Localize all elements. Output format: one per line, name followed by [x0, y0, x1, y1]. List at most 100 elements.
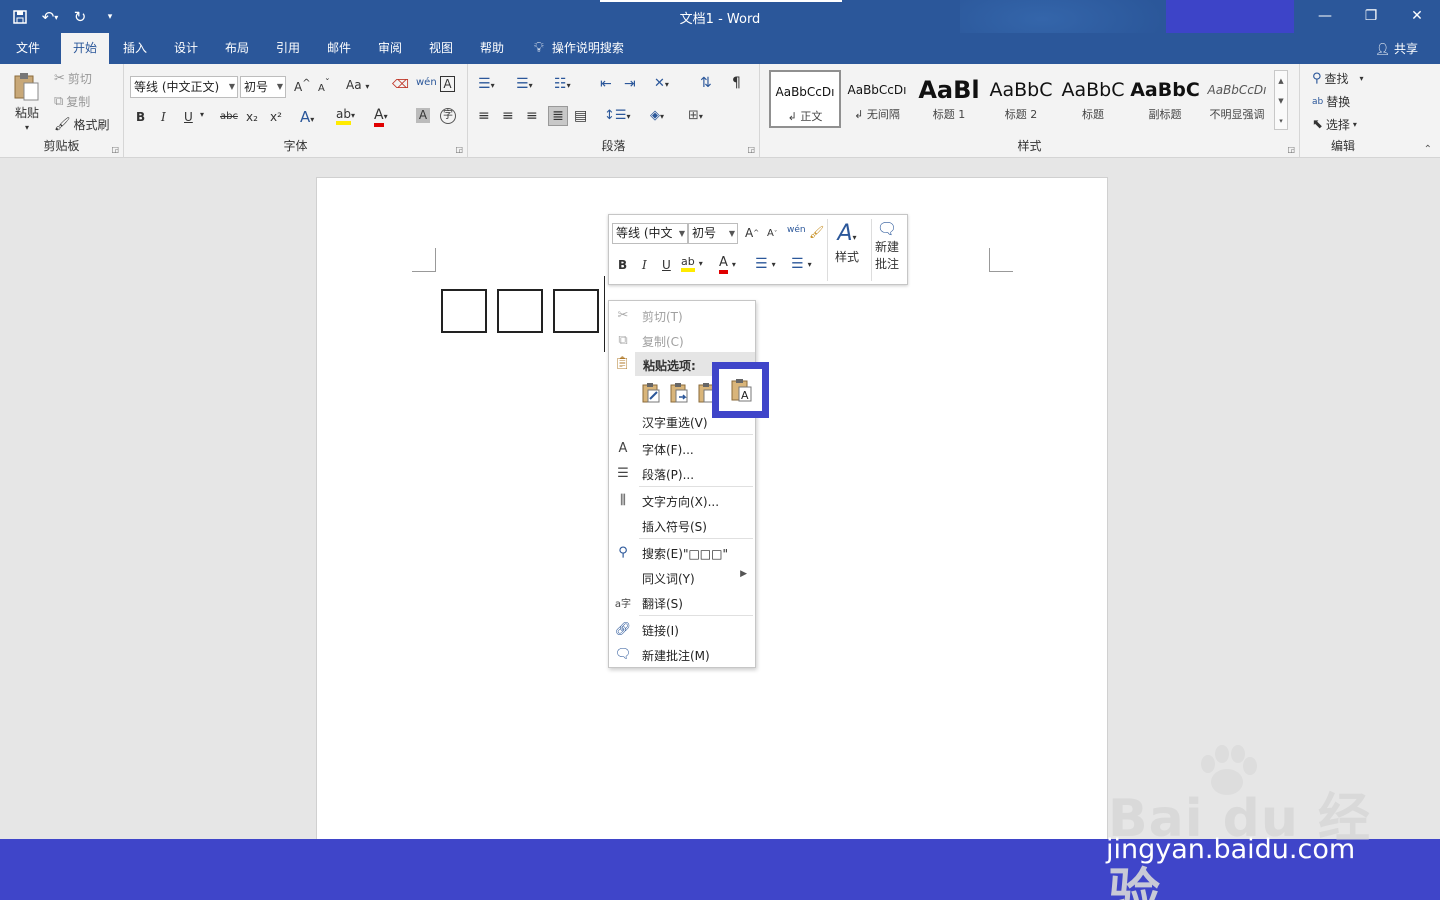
mini-bullets-icon[interactable]: ☰ ▾ [755, 256, 776, 272]
menu-item-insert-symbol[interactable]: 插入符号(S) [609, 513, 755, 537]
mini-underline-button[interactable]: U [662, 258, 671, 272]
align-right-icon[interactable]: ≡ [526, 108, 538, 124]
chinese-layout-icon[interactable]: ✕▾ [654, 76, 669, 91]
tab-help[interactable]: 帮助 [468, 33, 516, 64]
borders-icon[interactable]: ⊞▾ [688, 108, 703, 123]
menu-item-new-comment[interactable]: 🗨︎ 新建批注(M) [609, 642, 755, 666]
sort-icon[interactable]: ⇅ [700, 75, 712, 91]
close-button[interactable]: ✕ [1394, 0, 1440, 32]
restore-button[interactable]: ❐ [1348, 0, 1394, 32]
menu-item-translate[interactable]: a字 翻译(S) [609, 590, 755, 614]
dialog-launcher-icon[interactable]: ◲ [747, 145, 755, 154]
minimize-button[interactable]: — [1302, 0, 1348, 32]
tab-insert[interactable]: 插入 [111, 33, 159, 64]
mini-highlight-icon[interactable]: ab ▾ [681, 255, 703, 272]
phonetic-guide-icon[interactable]: wén [787, 225, 806, 235]
align-left-icon[interactable]: ≡ [478, 108, 490, 124]
paintbrush-icon[interactable]: 🖌︎ [809, 225, 824, 239]
select-button[interactable]: ⬉ 选择 ▾ [1312, 116, 1357, 133]
format-painter-button[interactable]: 🖌︎ 格式刷 [54, 116, 110, 133]
tab-home[interactable]: 开始 [61, 33, 110, 64]
underline-button[interactable]: U [184, 110, 193, 124]
gallery-expand-icon[interactable]: ▾ [1275, 111, 1287, 131]
paste-keep-text-only-button[interactable]: A [712, 362, 769, 418]
bullets-icon[interactable]: ☰▾ [478, 76, 495, 92]
numbering-icon[interactable]: ☰▾ [516, 76, 533, 92]
tab-mailings[interactable]: 邮件 [315, 33, 363, 64]
shading-icon[interactable]: ◈▾ [650, 108, 664, 123]
menu-item-cut[interactable]: ✂ 剪切(T) [609, 303, 755, 327]
strikethrough-button[interactable]: abc [220, 111, 238, 122]
change-case-button[interactable]: Aa ▾ [346, 78, 369, 92]
tab-layout[interactable]: 布局 [213, 33, 261, 64]
style-heading-1[interactable]: AaBl 标题 1 [913, 70, 985, 128]
styles-gallery-scroll[interactable]: ▲ ▼ ▾ [1274, 70, 1288, 130]
distributed-icon[interactable]: ▤ [574, 108, 587, 124]
paste-keep-source-icon[interactable] [639, 381, 663, 405]
mini-bold-button[interactable]: B [618, 258, 627, 272]
grow-font-icon[interactable]: A ^ [745, 226, 759, 240]
scroll-down-icon[interactable]: ▼ [1275, 91, 1287, 111]
style-title[interactable]: AaBbC 标题 [1057, 70, 1129, 128]
style-subtle-emphasis[interactable]: AaBbCcDı 不明显强调 [1201, 70, 1273, 128]
tab-file[interactable]: 文件 [4, 33, 52, 64]
mini-font-size-combo[interactable]: 初号 ▼ [688, 223, 738, 244]
bold-button[interactable]: B [136, 110, 145, 124]
collapse-ribbon-icon[interactable]: ⌃ [1424, 144, 1432, 155]
paste-merge-format-icon[interactable] [667, 381, 691, 405]
cut-button[interactable]: ✂ 剪切 [54, 70, 92, 87]
mini-styles-button[interactable]: A▾ 样式 [835, 221, 859, 265]
font-color-icon[interactable]: A▾ [374, 107, 388, 127]
style-heading-2[interactable]: AaBbC 标题 2 [985, 70, 1057, 128]
dialog-launcher-icon[interactable]: ◲ [111, 145, 119, 154]
mini-italic-button[interactable]: I [642, 258, 647, 272]
style-subtitle[interactable]: AaBbC 副标题 [1129, 70, 1201, 128]
copy-button[interactable]: ⧉ 复制 [54, 93, 90, 110]
tab-view[interactable]: 视图 [417, 33, 465, 64]
style-normal[interactable]: AaBbCcDı ↲ 正文 [769, 70, 841, 128]
share-button[interactable]: 👤︎ 共享 [1375, 40, 1418, 57]
superscript-button[interactable]: x² [270, 110, 282, 124]
paste-button[interactable]: 粘贴 ▾ [12, 72, 42, 132]
line-spacing-icon[interactable]: ↕☰▾ [604, 108, 631, 123]
font-name-combo[interactable]: 等线 (中文正文) ▼ [130, 76, 238, 98]
replace-button[interactable]: ab 替换 [1312, 93, 1350, 110]
clear-format-icon[interactable]: ⌫ [392, 77, 409, 91]
phonetic-guide-icon[interactable]: wén [416, 77, 437, 88]
menu-item-copy[interactable]: ⧉ 复制(C) [609, 328, 755, 352]
increase-indent-icon[interactable]: ⇥ [624, 76, 636, 92]
menu-item-link[interactable]: 🔗︎ 链接(I) [609, 617, 755, 641]
dialog-launcher-icon[interactable]: ◲ [1287, 145, 1295, 154]
enclose-char-icon[interactable]: 字 [440, 108, 456, 124]
font-size-combo[interactable]: 初号 ▼ [240, 76, 286, 98]
menu-item-paragraph[interactable]: ☰ 段落(P)... [609, 461, 755, 485]
char-shading-icon[interactable]: A [416, 108, 430, 123]
menu-item-text-direction[interactable]: ⫼ 文字方向(X)... [609, 488, 755, 512]
grow-font-button[interactable]: A^ [294, 78, 311, 94]
tab-design[interactable]: 设计 [162, 33, 210, 64]
highlight-color-icon[interactable]: ab▾ [336, 107, 355, 125]
menu-item-search[interactable]: ⚲ 搜索(E)"□□□" [609, 540, 755, 564]
scroll-up-icon[interactable]: ▲ [1275, 71, 1287, 91]
chevron-down-icon[interactable]: ▾ [200, 110, 204, 119]
mini-new-comment-button[interactable]: 🗨︎ 新建 批注 [875, 219, 899, 272]
tell-me-search[interactable]: 💡︎ 操作说明搜索 [522, 33, 636, 64]
subscript-button[interactable]: x₂ [246, 110, 258, 124]
dialog-launcher-icon[interactable]: ◲ [455, 145, 463, 154]
menu-item-synonyms[interactable]: 同义词(Y) ▶ [609, 565, 755, 589]
menu-item-font[interactable]: A 字体(F)... [609, 436, 755, 460]
show-marks-icon[interactable]: ¶ [732, 75, 741, 91]
decrease-indent-icon[interactable]: ⇤ [600, 76, 612, 92]
tab-references[interactable]: 引用 [264, 33, 312, 64]
multilevel-list-icon[interactable]: ☷▾ [554, 76, 571, 92]
shrink-font-button[interactable]: Aˇ [318, 78, 330, 94]
char-border-icon[interactable]: A [440, 76, 455, 92]
text-effects-icon[interactable]: A▾ [300, 108, 314, 126]
mini-font-color-icon[interactable]: A ▾ [719, 255, 736, 274]
find-button[interactable]: ⚲ 查找 ▾ [1312, 70, 1364, 87]
mini-font-name-combo[interactable]: 等线 (中文 ▼ [612, 223, 688, 244]
mini-numbering-icon[interactable]: ☰ ▾ [791, 256, 812, 272]
italic-button[interactable]: I [161, 110, 166, 124]
align-center-icon[interactable]: ≡ [502, 108, 514, 124]
justify-icon[interactable]: ≣ [548, 106, 568, 126]
